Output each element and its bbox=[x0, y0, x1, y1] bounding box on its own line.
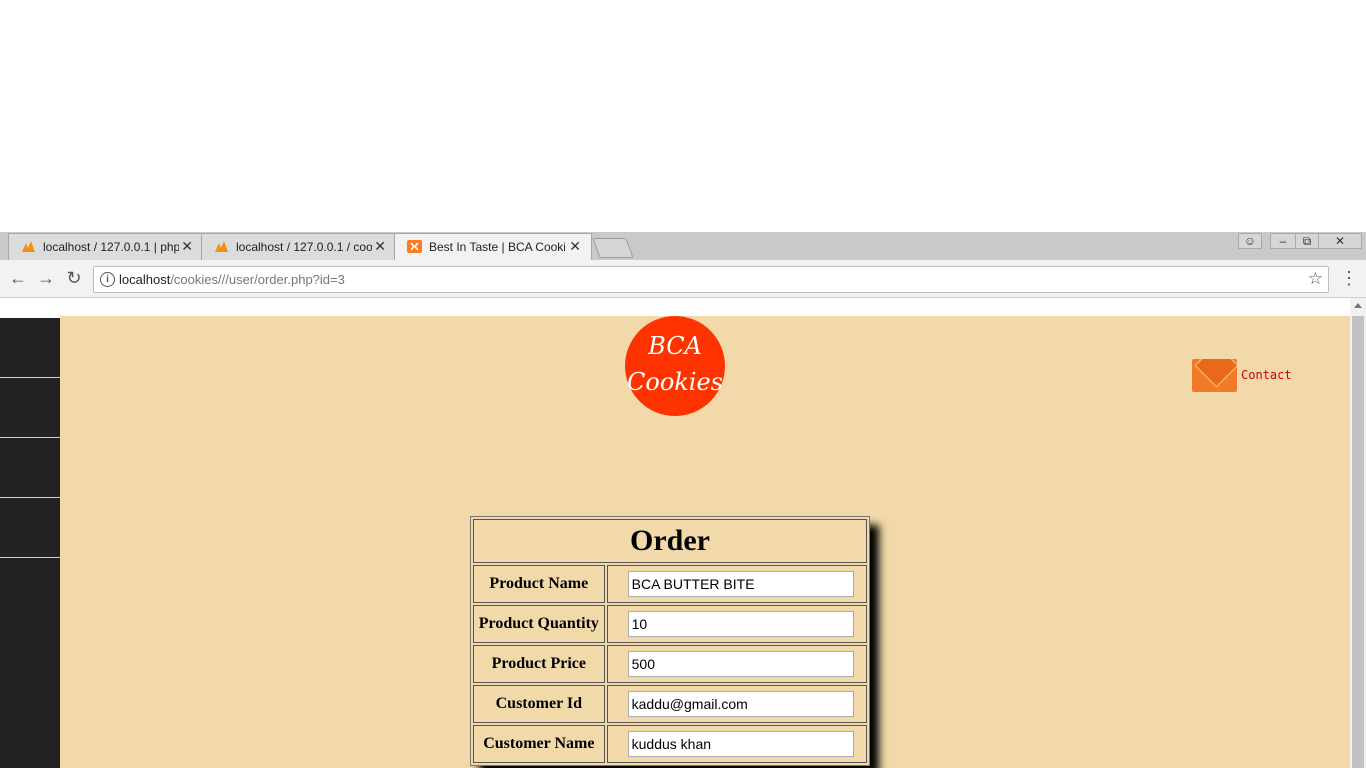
tab-best-in-taste[interactable]: Best In Taste | BCA Cooki ✕ bbox=[394, 233, 592, 260]
url-text[interactable]: localhost/cookies///user/order.php?id=3 bbox=[119, 272, 345, 287]
phpmyadmin-icon bbox=[215, 241, 228, 252]
table-row: Product Quantity bbox=[473, 605, 867, 643]
window-close-button[interactable]: ✕ bbox=[1318, 233, 1362, 249]
scroll-thumb[interactable] bbox=[1352, 316, 1364, 768]
reload-icon[interactable]: ↻ bbox=[64, 268, 84, 288]
tab-phpmyadmin-1[interactable]: localhost / 127.0.0.1 | php ✕ bbox=[8, 233, 204, 260]
product-quantity-field[interactable] bbox=[627, 611, 854, 637]
phpmyadmin-icon bbox=[22, 241, 35, 252]
bookmark-star-icon[interactable]: ☆ bbox=[1308, 269, 1323, 289]
product-price-label: Product Price bbox=[473, 645, 605, 683]
customer-name-field[interactable] bbox=[627, 731, 854, 757]
close-icon[interactable]: ✕ bbox=[569, 238, 581, 255]
browser-menu-icon[interactable]: ⋮ bbox=[1340, 268, 1358, 288]
tab-title: Best In Taste | BCA Cooki bbox=[429, 240, 565, 254]
sidebar bbox=[0, 318, 60, 768]
sidebar-item[interactable] bbox=[0, 498, 60, 558]
contact-link[interactable]: Contact bbox=[1241, 368, 1292, 382]
table-row: Customer Id bbox=[473, 685, 867, 723]
product-price-field[interactable] bbox=[627, 651, 854, 677]
close-icon[interactable]: ✕ bbox=[374, 238, 386, 255]
screen-top-blank bbox=[0, 0, 1366, 232]
table-row: Customer Name bbox=[473, 725, 867, 763]
scroll-up-arrow-icon[interactable] bbox=[1354, 303, 1362, 308]
customer-id-field[interactable] bbox=[627, 691, 854, 717]
profile-icon[interactable]: ☺ bbox=[1238, 233, 1262, 249]
forward-arrow-icon[interactable]: → bbox=[36, 268, 56, 288]
order-title: Order bbox=[473, 519, 867, 563]
close-icon[interactable]: ✕ bbox=[181, 238, 193, 255]
restore-button[interactable]: ⧉ bbox=[1295, 233, 1319, 249]
vertical-scrollbar[interactable] bbox=[1350, 298, 1366, 768]
xampp-icon bbox=[407, 240, 422, 253]
order-form: Order Product Name Product Quantity Prod… bbox=[470, 516, 870, 766]
customer-id-label: Customer Id bbox=[473, 685, 605, 723]
tab-phpmyadmin-2[interactable]: localhost / 127.0.0.1 / coo ✕ bbox=[201, 233, 397, 260]
table-row: Product Price bbox=[473, 645, 867, 683]
sidebar-item[interactable] bbox=[0, 438, 60, 498]
info-icon[interactable]: i bbox=[100, 272, 115, 287]
page-content: BCA Cookies Contact Order Product Name P… bbox=[60, 316, 1350, 768]
minimize-button[interactable]: – bbox=[1270, 233, 1296, 249]
customer-name-label: Customer Name bbox=[473, 725, 605, 763]
tab-title: localhost / 127.0.0.1 | php bbox=[43, 240, 179, 254]
table-row: Product Name bbox=[473, 565, 867, 603]
new-tab-button[interactable] bbox=[592, 238, 634, 258]
product-quantity-label: Product Quantity bbox=[473, 605, 605, 643]
product-name-label: Product Name bbox=[473, 565, 605, 603]
tab-title: localhost / 127.0.0.1 / coo bbox=[236, 240, 372, 254]
sidebar-item[interactable] bbox=[0, 318, 60, 378]
address-bar[interactable]: i localhost/cookies///user/order.php?id=… bbox=[93, 266, 1329, 293]
back-arrow-icon[interactable]: ← bbox=[8, 268, 28, 288]
sidebar-item[interactable] bbox=[0, 378, 60, 438]
order-table: Order Product Name Product Quantity Prod… bbox=[470, 516, 870, 766]
mail-icon[interactable] bbox=[1192, 359, 1237, 392]
product-name-field[interactable] bbox=[627, 571, 854, 597]
bca-cookies-logo[interactable]: BCA Cookies bbox=[625, 316, 725, 416]
